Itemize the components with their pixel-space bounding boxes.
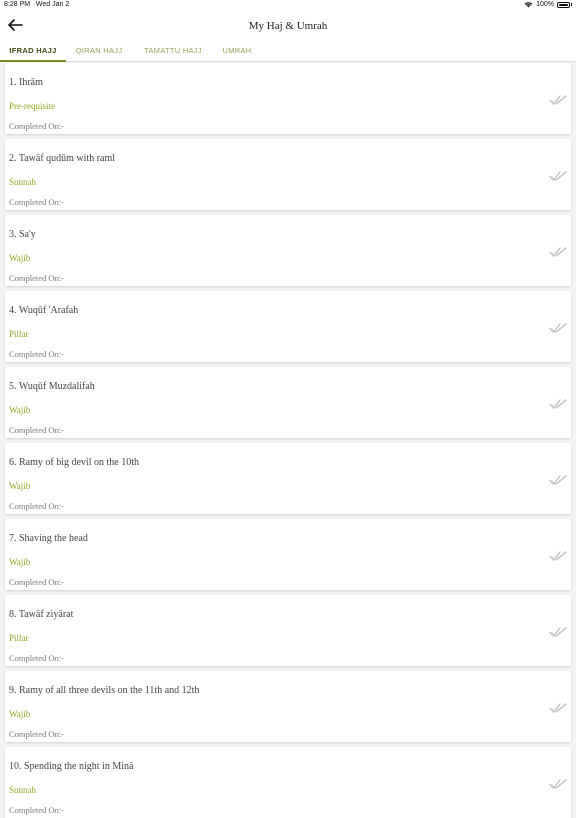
step-card[interactable]: 4. Wuqūf 'Arafah Pillar Completed On:-: [5, 291, 571, 362]
step-card[interactable]: 1. Ihrām Pre-requisite Completed On:-: [5, 63, 571, 134]
step-title: 9. Ramy of all three devils on the 11th …: [9, 685, 200, 696]
double-check-icon[interactable]: [549, 474, 567, 486]
step-category: Pillar: [9, 329, 29, 339]
step-card[interactable]: 8. Tawāf ziyārat Pillar Completed On:-: [5, 595, 571, 666]
double-check-icon[interactable]: [549, 626, 567, 638]
double-check-icon[interactable]: [549, 94, 567, 106]
step-completed-on: Completed On:-: [9, 729, 65, 739]
step-title: 1. Ihrām: [9, 77, 43, 88]
double-check-icon[interactable]: [549, 702, 567, 714]
step-completed-on: Completed On:-: [9, 197, 65, 207]
step-title: 8. Tawāf ziyārat: [9, 609, 74, 620]
step-completed-on: Completed On:-: [9, 349, 65, 359]
step-completed-on: Completed On:-: [9, 425, 65, 435]
step-card[interactable]: 7. Shaving the head Wajib Completed On:-: [5, 519, 571, 590]
wifi-icon: [524, 2, 533, 8]
step-category: Wajib: [9, 709, 31, 719]
step-card[interactable]: 10. Spending the night in Minā Sunnah Comp…: [5, 747, 571, 818]
step-category: Sunnah: [9, 785, 36, 795]
double-check-icon[interactable]: [549, 398, 567, 410]
double-check-icon[interactable]: [549, 550, 567, 562]
step-title: 7. Shaving the head: [9, 533, 88, 544]
double-check-icon[interactable]: [549, 778, 567, 790]
step-title: 2. Tawāf qudūm with raml: [9, 153, 116, 164]
battery-icon: [557, 1, 570, 8]
step-card[interactable]: 5. Wuqūf Muzdalifah Wajib Completed On:-: [5, 367, 571, 438]
step-card[interactable]: 9. Ramy of all three devils on the 11th …: [5, 671, 571, 742]
step-completed-on: Completed On:-: [9, 653, 65, 663]
status-bar: 8:28 PM Wed Jan 2 100%: [0, 0, 576, 12]
step-title: 3. Sa'y: [9, 229, 36, 240]
tab-qiran-hajj[interactable]: QIRAN HAJJ: [66, 40, 132, 62]
step-card[interactable]: 6. Ramy of big devil on the 10th Wajib Com…: [5, 443, 571, 514]
double-check-icon[interactable]: [549, 170, 567, 182]
step-completed-on: Completed On:-: [9, 273, 65, 283]
step-card[interactable]: 2. Tawāf qudūm with raml Sunnah Completed …: [5, 139, 571, 210]
step-card[interactable]: 3. Sa'y Wajib Completed On:-: [5, 215, 571, 286]
step-title: 6. Ramy of big devil on the 10th: [9, 457, 139, 468]
step-category: Wajib: [9, 253, 31, 263]
tab-umrah[interactable]: UMRAH: [214, 40, 260, 62]
tab-tamattu-hajj[interactable]: TAMATTU HAJJ: [132, 40, 214, 62]
step-category: Sunnah: [9, 177, 36, 187]
tab-ifrad-hajj[interactable]: IFRAD HAJJ: [0, 40, 66, 62]
step-title: 10. Spending the night in Minā: [9, 761, 134, 772]
step-completed-on: Completed On:-: [9, 577, 65, 587]
step-title: 4. Wuqūf 'Arafah: [9, 305, 79, 316]
tab-bar: IFRAD HAJJ QIRAN HAJJ TAMATTU HAJJ UMRAH: [0, 40, 576, 62]
double-check-icon[interactable]: [549, 246, 567, 258]
step-completed-on: Completed On:-: [9, 121, 65, 131]
status-time: 8:28 PM Wed Jan 2: [4, 1, 70, 8]
double-check-icon[interactable]: [549, 322, 567, 334]
step-category: Wajib: [9, 405, 31, 415]
battery-percent: 100%: [536, 1, 554, 8]
step-completed-on: Completed On:-: [9, 805, 65, 815]
step-category: Wajib: [9, 481, 31, 491]
step-completed-on: Completed On:-: [9, 501, 65, 511]
step-category: Pillar: [9, 633, 29, 643]
step-title: 5. Wuqūf Muzdalifah: [9, 381, 95, 392]
step-category: Wajib: [9, 557, 31, 567]
step-category: Pre-requisite: [9, 101, 55, 111]
nav-bar: My Haj & Umrah: [0, 12, 576, 40]
status-right: 100%: [524, 1, 572, 8]
page-title: My Haj & Umrah: [248, 20, 328, 32]
